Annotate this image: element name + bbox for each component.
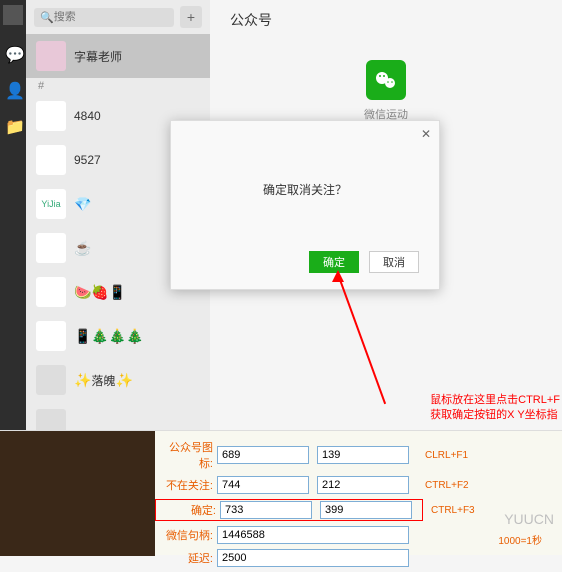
avatar <box>36 145 66 175</box>
page-title: 公众号 <box>230 10 542 30</box>
icon-x-input[interactable] <box>217 446 309 464</box>
search-icon: 🔍 <box>40 11 54 24</box>
search-input[interactable] <box>54 11 168 23</box>
avatar <box>36 101 66 131</box>
folder-icon[interactable]: 📁 <box>5 117 21 133</box>
delay-input[interactable] <box>217 549 409 567</box>
coffee-icon: ☕ <box>74 240 91 257</box>
contact-name: 4840 <box>74 109 101 123</box>
secret-input[interactable] <box>217 526 409 544</box>
avatar <box>36 233 66 263</box>
avatar <box>36 409 66 430</box>
section-header: # <box>26 78 210 94</box>
contact-item[interactable]: ✨落魄✨ <box>26 358 210 402</box>
icon-y-input[interactable] <box>317 446 409 464</box>
contacts-icon[interactable]: 👤 <box>5 81 21 97</box>
avatar <box>36 321 66 351</box>
contact-name: ✨落魄✨ <box>74 372 133 389</box>
diamond-icon: 💎 <box>74 196 91 213</box>
tree-icon: 📱🎄🎄🎄 <box>74 328 144 345</box>
annotation-text: 鼠标放在这里点击CTRL+F 获取确定按钮的X Y坐标指 <box>430 393 560 424</box>
contact-name: 9527 <box>74 153 101 167</box>
form-label: 确定: <box>158 502 220 518</box>
form-label: 公众号图标: <box>155 439 217 471</box>
ok-x-input[interactable] <box>220 501 312 519</box>
nf-y-input[interactable] <box>317 476 409 494</box>
dialog-message: 确定取消关注？ <box>171 181 439 198</box>
avatar <box>36 365 66 395</box>
shortcut-label: CTRL+F2 <box>425 480 469 491</box>
arrow-annotation <box>332 270 344 282</box>
contact-item[interactable]: 📱🎄🎄🎄 <box>26 314 210 358</box>
cancel-button[interactable]: 取消 <box>369 251 419 273</box>
watermark: YUUCN <box>504 511 554 527</box>
timing-label: 1000=1秒 <box>498 532 542 547</box>
add-button[interactable]: + <box>180 6 202 28</box>
nf-x-input[interactable] <box>217 476 309 494</box>
confirm-dialog: ✕ 确定取消关注？ 确定 取消 <box>170 120 440 290</box>
watermelon-icon: 🍉🍓📱 <box>74 284 126 301</box>
form-label: 延迟: <box>155 550 217 566</box>
form-label: 不在关注: <box>155 477 217 493</box>
search-box[interactable]: 🔍 <box>34 8 174 27</box>
contact-name: 字幕老师 <box>74 48 122 65</box>
user-avatar[interactable] <box>3 5 23 25</box>
contact-item[interactable]: 字幕老师 <box>26 34 210 78</box>
shortcut-label: CTRL+F3 <box>431 505 475 516</box>
avatar <box>36 277 66 307</box>
highlighted-row: 确定: <box>155 499 423 521</box>
avatar: YiJia <box>36 189 66 219</box>
close-icon[interactable]: ✕ <box>421 127 431 141</box>
contact-item[interactable] <box>26 402 210 430</box>
wechat-icon[interactable] <box>366 60 406 100</box>
ok-y-input[interactable] <box>320 501 412 519</box>
preview-image <box>0 431 155 556</box>
form-label: 微信句柄: <box>155 527 217 543</box>
shortcut-label: CLRL+F1 <box>425 450 468 461</box>
chat-icon[interactable]: 💬 <box>5 45 21 61</box>
avatar <box>36 41 66 71</box>
